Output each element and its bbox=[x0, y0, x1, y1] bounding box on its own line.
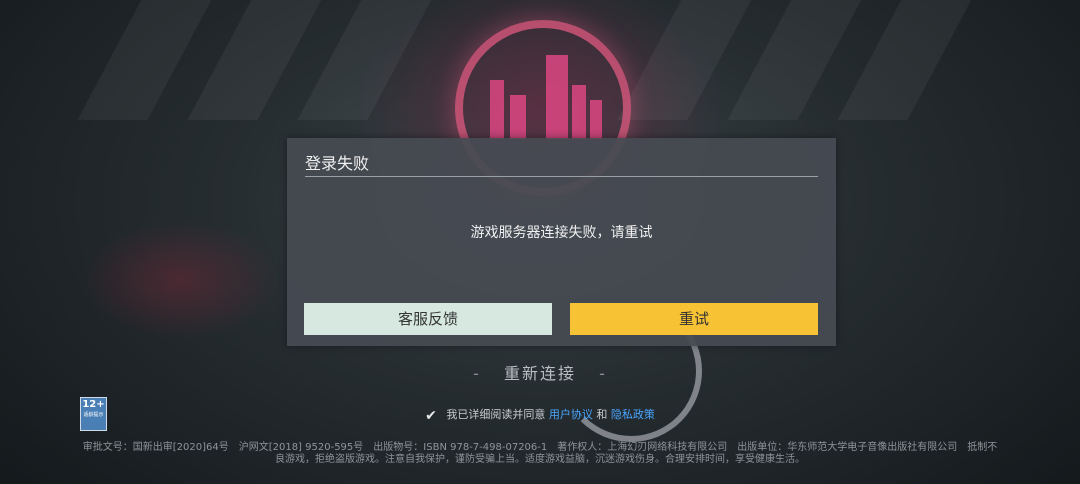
background-stripe bbox=[187, 0, 343, 120]
reconnect-label[interactable]: 重新连接 bbox=[504, 364, 576, 383]
city-building bbox=[510, 95, 526, 140]
background-splash bbox=[80, 220, 280, 340]
city-building bbox=[490, 80, 504, 140]
user-agreement-link[interactable]: 用户协议 bbox=[549, 408, 593, 421]
city-building bbox=[590, 100, 602, 140]
city-building bbox=[546, 55, 568, 140]
background-stripe bbox=[837, 0, 993, 120]
checkmark-icon[interactable]: ✔ bbox=[425, 408, 437, 424]
retry-button[interactable]: 重试 bbox=[570, 303, 818, 335]
background-stripe bbox=[617, 0, 773, 120]
login-failed-dialog: 登录失败 游戏服务器连接失败，请重试 客服反馈 重试 bbox=[287, 138, 836, 346]
dialog-divider bbox=[305, 176, 818, 177]
agreement-row: ✔ 我已详细阅读并同意 用户协议 和 隐私政策 bbox=[0, 406, 1080, 424]
reconnect-dash-left: - bbox=[473, 364, 481, 383]
background-stripe bbox=[727, 0, 883, 120]
reconnect-row[interactable]: - 重新连接 - bbox=[0, 360, 1080, 384]
agreement-prefix: 我已详细阅读并同意 bbox=[446, 408, 546, 421]
agreement-and: 和 bbox=[596, 408, 608, 421]
city-building bbox=[572, 85, 586, 140]
customer-feedback-button[interactable]: 客服反馈 bbox=[304, 303, 552, 335]
background-stripe bbox=[297, 0, 453, 120]
background-stripe bbox=[77, 0, 233, 120]
dialog-message: 游戏服务器连接失败，请重试 bbox=[470, 225, 653, 241]
legal-notice: 审批文号：国新出审[2020]64号 沪网文[2018] 9520-595号 出… bbox=[82, 442, 998, 465]
privacy-policy-link[interactable]: 隐私政策 bbox=[611, 408, 655, 421]
reconnect-dash-right: - bbox=[599, 364, 607, 383]
dialog-title: 登录失败 bbox=[305, 154, 370, 173]
